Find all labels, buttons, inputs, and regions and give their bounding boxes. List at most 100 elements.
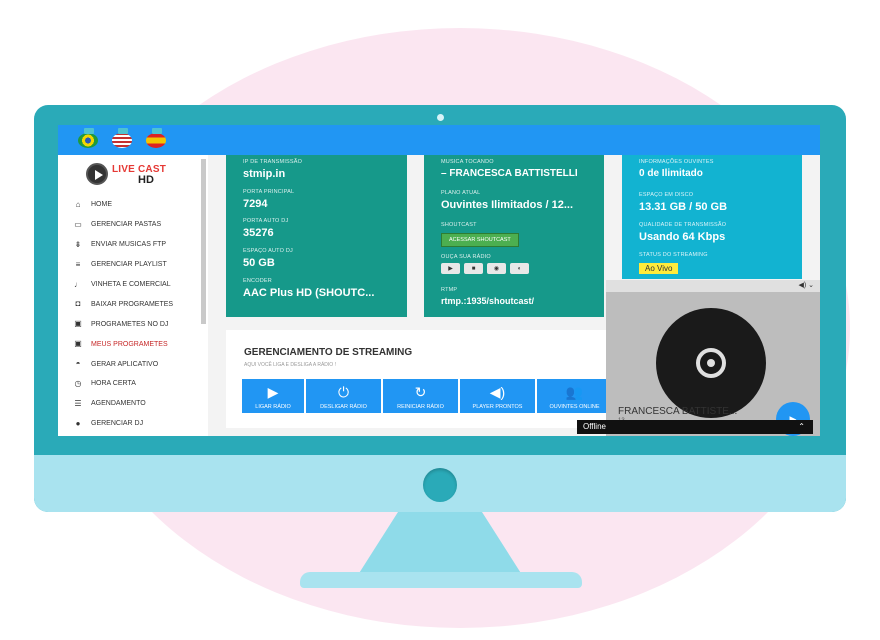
sidebar-item-playlist[interactable]: ≡ GERENCIAR PLAYLIST [58,255,200,275]
monitor-power-button [423,468,457,502]
plan-label: PLANO ATUAL [441,190,481,196]
play-icon: ▶ [267,384,279,400]
listeners-label: INFORMAÇÕES OUVINTES [639,159,714,165]
listener-info-card: INFORMAÇÕES OUVINTES 0 de Ilimitado ESPAÇ… [622,155,802,279]
encoder-value: AAC Plus HD (SHOUTC... [243,287,375,299]
spain-flag-icon[interactable] [146,128,166,148]
sidebar-item-agendamento[interactable]: ☰ AGENDAMENTO [58,394,200,414]
sidebar-item-label: BAIXAR PROGRAMETES [91,300,174,308]
encoder-label: ENCODER [243,278,272,284]
media-player-icon[interactable]: ◉ [487,263,506,274]
list-icon: ☰ [74,398,82,408]
users-icon: 👥 [565,384,584,400]
sidebar-item-label: MEUS PROGRAMETES [91,340,168,348]
sidebar-item-label: ENVIAR MUSICAS FTP [91,241,167,249]
radio-player: ◀) ⌄ FRANCESCA BATTISTE... 13 ▶ [606,280,820,436]
status-label: STATUS DO STREAMING [639,252,708,258]
us-flag-icon[interactable] [112,128,132,148]
mini-player-controls: ▶ ■ ◉ ◐ [441,263,529,274]
sidebar-item-meus-programetes[interactable]: ▣ MEUS PROGRAMETES [58,334,200,354]
access-shoutcast-button[interactable]: ACESSAR SHOUTCAST [441,233,519,247]
vinyl-disc-icon [656,308,766,418]
stop-icon[interactable]: ■ [464,263,483,274]
volume-icon[interactable]: ◀) [798,282,806,289]
autodj-port-label: PORTA AUTO DJ [243,218,289,224]
sidebar-item-label: GERENCIAR PLAYLIST [91,261,167,269]
status-badge: Ao Vivo [639,263,679,274]
sidebar-item-label: HORA CERTA [91,380,136,388]
playlist-icon: ≡ [75,259,81,269]
shoutcast-label: SHOUTCAST [441,222,477,228]
sidebar-item-label: GERENCIAR DJ [91,420,144,428]
disk-label: ESPAÇO EM DISCO [639,192,694,198]
disk-value: 13.31 GB / 50 GB [639,201,728,213]
streaming-title: GERENCIAMENTO DE STREAMING [244,347,413,358]
sidebar-item-vinheta[interactable]: ♩ VINHETA E COMERCIAL [58,275,200,295]
restart-radio-button[interactable]: ↻ REINICIAR RÁDIO [383,379,458,413]
sidebar-item-programetes-dj[interactable]: ▣ PROGRAMETES NO DJ [58,314,200,334]
stop-radio-button[interactable]: ⏻ DESLIGAR RÁDIO [306,379,381,413]
button-label: REINICIAR RÁDIO [397,404,444,410]
offline-bar[interactable]: Offline ⌃ [577,420,813,434]
online-listeners-button[interactable]: 👥 OUVINTES ONLINE [537,379,612,413]
flag-badge [118,128,128,134]
autodj-space-value: 50 GB [243,257,275,269]
stream-info-card: MUSICA TOCANDO – FRANCESCA BATTISTELLI PL… [424,155,604,317]
listeners-value: 0 de Ilimitado [639,168,703,179]
logo-text-bottom: HD [138,174,154,186]
disc-hole [707,359,715,367]
ip-label: IP DE TRANSMISSÃO [243,159,303,165]
streaming-panel: GERENCIAMENTO DE STREAMING AQUI VOCÊ LIG… [226,330,612,428]
folder-icon: ▭ [74,219,82,229]
streaming-subtitle: AQUI VOCÊ LIGA E DESLIGA A RÁDIO ! [244,362,336,368]
flag-badge [84,128,94,134]
sidebar-item-baixar[interactable]: ◘ BAIXAR PROGRAMETES [58,294,200,314]
sidebar-item-hora-certa[interactable]: ◷ HORA CERTA [58,374,200,394]
port-label: PORTA PRINCIPAL [243,189,295,195]
rtmp-label: RTMP [441,287,458,293]
plan-value: Ouvintes Ilimitados / 12... [441,199,574,211]
power-icon: ⏻ [337,384,350,400]
sidebar-item-label: GERENCIAR PASTAS [91,221,162,229]
top-bar [58,125,820,155]
quality-value: Usando 64 Kbps [639,231,726,243]
listen-label: OUÇA SUA RÁDIO [441,254,491,260]
autodj-port-value: 35276 [243,227,274,239]
sidebar-menu: ⌂ HOME ▭ GERENCIAR PASTAS ⇟ ENVIAR MUSICAS … [58,195,200,434]
music-value: – FRANCESCA BATTISTELLI [441,168,578,179]
start-radio-button[interactable]: ▶ LIGAR RÁDIO [242,379,304,413]
sidebar: LIVE CAST HD ⌂ HOME ▭ GERENCIAR PASTAS ⇟ EN… [58,155,208,436]
chevron-up-icon[interactable]: ⌃ [798,420,805,434]
volume-icon: ◀) [489,384,506,400]
ip-value: stmip.in [243,168,286,180]
refresh-icon: ↻ [414,384,427,400]
button-label: PLAYER PRONTOS [472,404,523,410]
player-status: Offline [583,422,606,431]
server-info-card: IP DE TRANSMISSÃO stmip.in PORTA PRINCIPA… [226,155,407,317]
rtmp-value: rtmp.:1935/shoutcast/ [441,296,535,306]
sidebar-item-pastas[interactable]: ▭ GERENCIAR PASTAS [58,215,200,235]
chevron-down-icon[interactable]: ⌄ [808,282,814,289]
players-button[interactable]: ◀) PLAYER PRONTOS [460,379,535,413]
button-label: OUVINTES ONLINE [549,404,600,410]
app-screen: LIVE CAST HD ⌂ HOME ▭ GERENCIAR PASTAS ⇟ EN… [58,125,820,436]
logo-play-icon [86,163,108,185]
clock-icon: ◷ [74,378,82,388]
monitor-camera [437,114,444,121]
sidebar-scrollbar[interactable] [201,159,206,324]
port-value: 7294 [243,198,268,210]
play-icon[interactable]: ▶ [441,263,460,274]
briefcase-icon: ▣ [74,319,82,329]
sidebar-item-aplicativo[interactable]: ◓ GERAR APLICATIVO [58,354,200,374]
winamp-icon[interactable]: ◐ [510,263,529,274]
logo: LIVE CAST HD [86,163,180,187]
sidebar-item-ftp[interactable]: ⇟ ENVIAR MUSICAS FTP [58,235,200,255]
sidebar-item-gerenciar-dj[interactable]: ● GERENCIAR DJ [58,414,200,434]
sidebar-item-label: AGENDAMENTO [91,400,146,408]
sidebar-item-label: PROGRAMETES NO DJ [91,320,169,328]
briefcase-icon: ▣ [74,339,82,349]
brazil-flag-icon[interactable] [78,128,98,148]
upload-icon: ⇟ [74,239,82,249]
home-icon: ⌂ [75,199,81,209]
sidebar-item-home[interactable]: ⌂ HOME [58,195,200,215]
